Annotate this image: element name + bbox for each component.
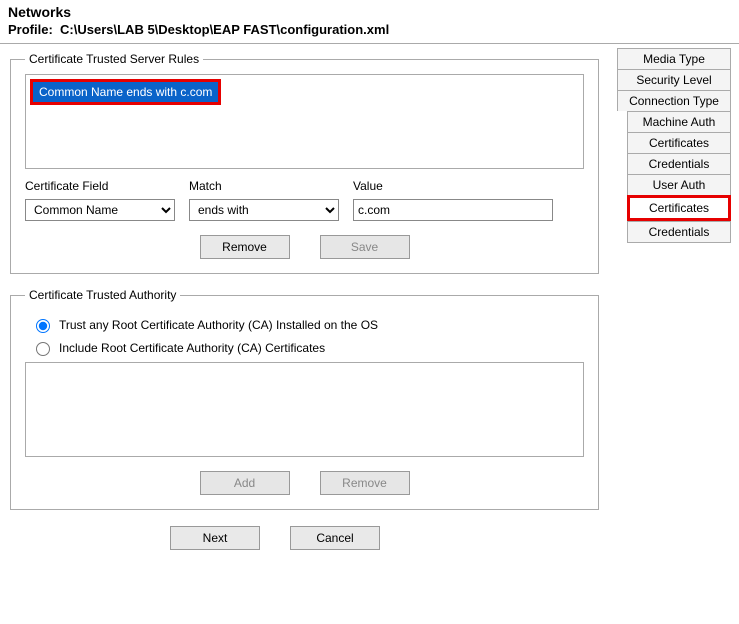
tab-media-type-0[interactable]: Media Type: [617, 48, 731, 69]
tab-credentials-8[interactable]: Credentials: [627, 221, 731, 243]
rule-item-highlight: Common Name ends with c.com: [30, 79, 221, 105]
ca-list[interactable]: [25, 362, 584, 457]
trust-any-ca-label: Trust any Root Certificate Authority (CA…: [59, 318, 378, 332]
tab-certificates-4[interactable]: Certificates: [627, 132, 731, 153]
value-label: Value: [353, 179, 584, 193]
remove-rule-button[interactable]: Remove: [200, 235, 290, 259]
save-rule-button[interactable]: Save: [320, 235, 410, 259]
tab-user-auth-6[interactable]: User Auth: [627, 174, 731, 195]
trusted-authority-group: Certificate Trusted Authority Trust any …: [10, 288, 599, 510]
trusted-server-rules-group: Certificate Trusted Server Rules Common …: [10, 52, 599, 274]
profile-label: Profile:: [8, 22, 53, 37]
match-select[interactable]: ends with: [189, 199, 339, 221]
certificate-field-select[interactable]: Common Name: [25, 199, 175, 221]
tab-certificates-7[interactable]: Certificates: [627, 195, 731, 221]
next-button[interactable]: Next: [170, 526, 260, 550]
authority-legend: Certificate Trusted Authority: [25, 288, 180, 302]
tab-machine-auth-3[interactable]: Machine Auth: [627, 111, 731, 132]
cancel-button[interactable]: Cancel: [290, 526, 380, 550]
include-ca-radio[interactable]: [36, 342, 50, 356]
add-ca-button[interactable]: Add: [200, 471, 290, 495]
rule-item[interactable]: Common Name ends with c.com: [33, 82, 218, 102]
tab-credentials-5[interactable]: Credentials: [627, 153, 731, 174]
value-input[interactable]: [353, 199, 553, 221]
tab-connection-type-2[interactable]: Connection Type: [617, 90, 731, 111]
certificate-field-label: Certificate Field: [25, 179, 175, 193]
rules-list[interactable]: Common Name ends with c.com: [25, 74, 584, 169]
remove-ca-button[interactable]: Remove: [320, 471, 410, 495]
profile-path: C:\Users\LAB 5\Desktop\EAP FAST\configur…: [60, 22, 389, 37]
tab-security-level-1[interactable]: Security Level: [617, 69, 731, 90]
page-title: Networks: [8, 4, 731, 20]
tabs-column: Media TypeSecurity LevelConnection TypeM…: [609, 44, 739, 623]
include-ca-label: Include Root Certificate Authority (CA) …: [59, 341, 325, 355]
match-label: Match: [189, 179, 339, 193]
profile-line: Profile: C:\Users\LAB 5\Desktop\EAP FAST…: [8, 22, 731, 37]
rules-legend: Certificate Trusted Server Rules: [25, 52, 203, 66]
trust-any-ca-radio[interactable]: [36, 319, 50, 333]
